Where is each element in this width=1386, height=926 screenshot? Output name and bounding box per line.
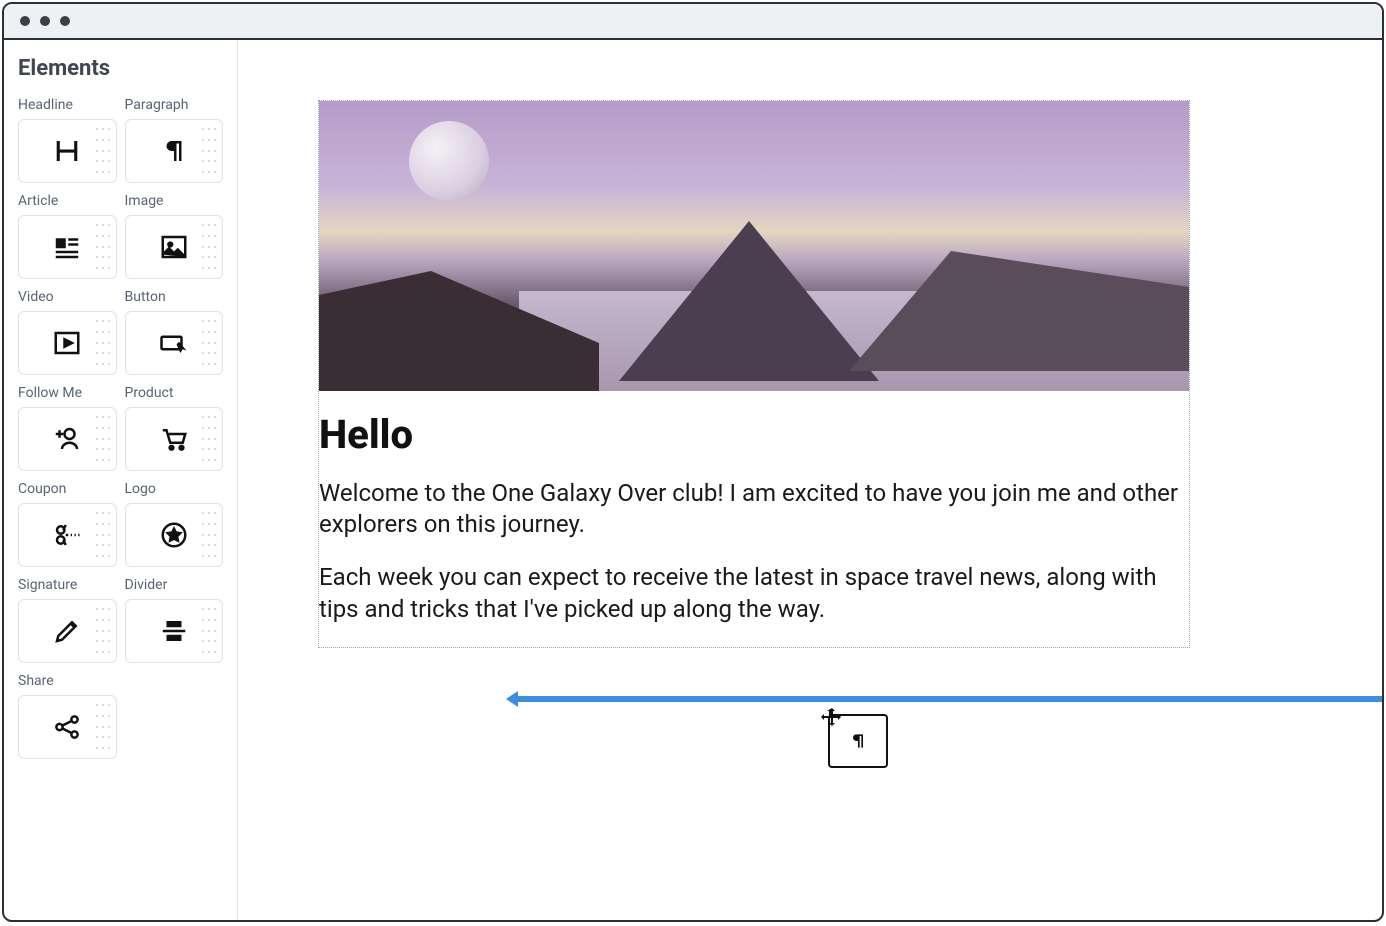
window-dot: [20, 16, 30, 26]
app-window: Elements Headline Paragraph: [2, 2, 1384, 922]
element-tile[interactable]: [18, 695, 117, 759]
article-icon: [52, 232, 82, 262]
element-tile[interactable]: [18, 215, 117, 279]
rock-graphic: [319, 271, 599, 391]
element-label: Divider: [125, 577, 224, 593]
element-label: Article: [18, 193, 117, 209]
elements-sidebar: Elements Headline Paragraph: [4, 40, 238, 920]
editor-canvas[interactable]: Hello Welcome to the One Galaxy Over clu…: [238, 40, 1382, 920]
headline-icon: [52, 136, 82, 166]
element-coupon[interactable]: Coupon: [18, 481, 117, 567]
element-video[interactable]: Video: [18, 289, 117, 375]
moon-graphic: [409, 121, 489, 201]
drag-handle[interactable]: [96, 704, 110, 750]
drag-handle[interactable]: [96, 320, 110, 366]
divider-icon: [159, 616, 189, 646]
image-icon: [159, 232, 189, 262]
element-signature[interactable]: Signature: [18, 577, 117, 663]
element-button[interactable]: Button: [125, 289, 224, 375]
paragraph-icon: [159, 136, 189, 166]
window-dot: [60, 16, 70, 26]
move-cursor-icon: [820, 706, 844, 730]
element-label: Headline: [18, 97, 117, 113]
element-label: Video: [18, 289, 117, 305]
element-headline[interactable]: Headline: [18, 97, 117, 183]
mountain-graphic: [849, 251, 1189, 371]
element-tile[interactable]: [125, 599, 224, 663]
element-label: Product: [125, 385, 224, 401]
email-headline[interactable]: Hello: [319, 411, 1189, 458]
hero-image[interactable]: [319, 101, 1189, 391]
button-icon: [159, 328, 189, 358]
element-tile[interactable]: [18, 503, 117, 567]
element-tile[interactable]: [125, 407, 224, 471]
drag-handle[interactable]: [202, 608, 216, 654]
element-tile[interactable]: [18, 311, 117, 375]
dragging-element-ghost[interactable]: [828, 714, 888, 768]
product-icon: [159, 424, 189, 454]
logo-icon: [159, 520, 189, 550]
drag-handle[interactable]: [96, 128, 110, 174]
follow-me-icon: [52, 424, 82, 454]
window-titlebar: [4, 4, 1382, 40]
element-label: Follow Me: [18, 385, 117, 401]
email-content[interactable]: Hello Welcome to the One Galaxy Over clu…: [319, 391, 1189, 625]
share-icon: [52, 712, 82, 742]
drag-handle[interactable]: [202, 416, 216, 462]
signature-icon: [52, 616, 82, 646]
drag-handle[interactable]: [202, 128, 216, 174]
element-tile[interactable]: [125, 311, 224, 375]
element-divider[interactable]: Divider: [125, 577, 224, 663]
element-label: Coupon: [18, 481, 117, 497]
element-label: Paragraph: [125, 97, 224, 113]
coupon-icon: [52, 520, 82, 550]
drag-handle[interactable]: [96, 512, 110, 558]
element-label: Signature: [18, 577, 117, 593]
element-label: Image: [125, 193, 224, 209]
video-icon: [52, 328, 82, 358]
element-product[interactable]: Product: [125, 385, 224, 471]
element-tile[interactable]: [18, 119, 117, 183]
email-paragraph[interactable]: Each week you can expect to receive the …: [319, 562, 1189, 624]
drag-handle[interactable]: [96, 608, 110, 654]
window-dot: [40, 16, 50, 26]
element-label: Button: [125, 289, 224, 305]
element-article[interactable]: Article: [18, 193, 117, 279]
email-paragraph[interactable]: Welcome to the One Galaxy Over club! I a…: [319, 478, 1189, 540]
sidebar-title: Elements: [18, 56, 223, 81]
drag-handle[interactable]: [202, 224, 216, 270]
element-tile[interactable]: [125, 119, 224, 183]
drag-handle[interactable]: [202, 512, 216, 558]
element-tile[interactable]: [18, 599, 117, 663]
elements-grid: Headline Paragraph Article: [18, 97, 223, 759]
element-label: Share: [18, 673, 117, 689]
element-image[interactable]: Image: [125, 193, 224, 279]
paragraph-icon: [848, 731, 868, 751]
element-logo[interactable]: Logo: [125, 481, 224, 567]
element-tile[interactable]: [125, 503, 224, 567]
drag-handle[interactable]: [202, 320, 216, 366]
element-share[interactable]: Share: [18, 673, 117, 759]
app-body: Elements Headline Paragraph: [4, 40, 1382, 920]
element-tile[interactable]: [125, 215, 224, 279]
element-paragraph[interactable]: Paragraph: [125, 97, 224, 183]
email-block[interactable]: Hello Welcome to the One Galaxy Over clu…: [318, 100, 1190, 648]
drop-indicator: [516, 696, 1382, 702]
drag-handle[interactable]: [96, 224, 110, 270]
element-tile[interactable]: [18, 407, 117, 471]
element-label: Logo: [125, 481, 224, 497]
element-follow-me[interactable]: Follow Me: [18, 385, 117, 471]
drag-handle[interactable]: [96, 416, 110, 462]
